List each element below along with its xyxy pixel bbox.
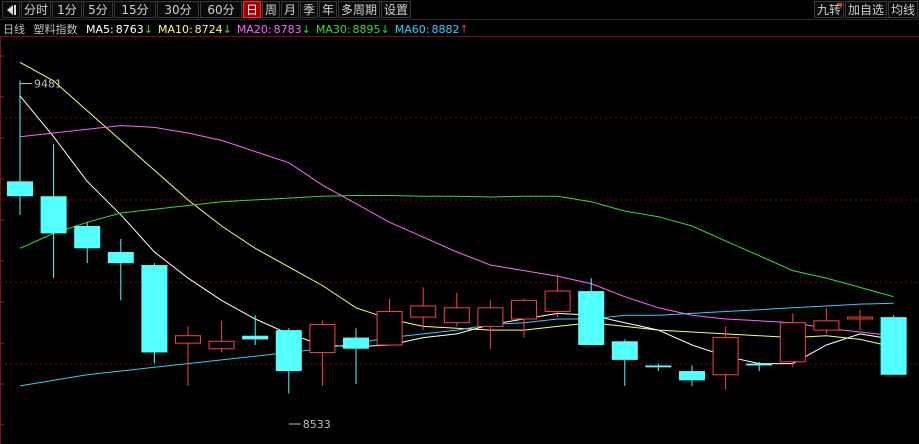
ma10-label: MA10: — [157, 23, 193, 36]
ma20-value: 8783 — [273, 23, 302, 36]
candle-body — [175, 335, 201, 344]
ma30-arrow-icon: ↓ — [380, 23, 390, 36]
candle-body — [410, 305, 437, 318]
candle-body — [376, 311, 403, 346]
toolbar-tab-7[interactable]: 周 — [262, 1, 280, 18]
candle-body — [275, 330, 302, 372]
min-price-label: 8533 — [303, 418, 331, 431]
toolbar-tab-9[interactable]: 季 — [300, 1, 318, 18]
candle-body — [813, 320, 840, 331]
candle-body — [477, 307, 504, 327]
toolbar-right-2[interactable]: 均线 — [888, 1, 918, 18]
toolbar-tab-0[interactable]: 分时 — [21, 1, 51, 18]
ma-indicator-bar: 日线 塑料指数 MA5: 8763↓ MA10: 8724↓ MA20: 8783↓ MA3… — [3, 21, 474, 36]
ma5-value: 8763 — [115, 23, 144, 36]
instrument-name: 塑料指数 — [33, 23, 78, 36]
candle-body — [746, 363, 773, 366]
max-price-label: 9481 — [34, 78, 62, 91]
toolbar-right-0[interactable]: 九转 — [814, 1, 844, 18]
candle-body — [712, 337, 739, 376]
candle-body — [74, 225, 101, 249]
toolbar-tab-1[interactable]: 1分 — [52, 1, 82, 18]
ma10-value: 8724 — [194, 23, 223, 36]
candle-body — [679, 371, 705, 381]
candle-body — [611, 341, 638, 360]
ma20-arrow-icon: ↓ — [301, 23, 311, 36]
toolbar-tab-10[interactable]: 年 — [319, 1, 337, 18]
candle-body — [309, 324, 336, 353]
toolbar-tab-3[interactable]: 15分 — [114, 1, 156, 18]
candle-body — [7, 181, 33, 197]
candle-body — [511, 299, 537, 320]
candle-body — [242, 335, 269, 340]
candle-body — [343, 337, 369, 349]
ma20-indicator: MA20: 8783↓ — [237, 23, 311, 36]
ma60-label: MA60: — [394, 23, 430, 36]
toolbar-tab-2[interactable]: 5分 — [83, 1, 113, 18]
candle-body — [40, 196, 67, 234]
red-flag-icon — [837, 3, 842, 8]
candle-body — [578, 291, 605, 346]
ma5-label: MA5: — [86, 23, 114, 36]
candle-body — [544, 290, 571, 313]
ma60-indicator: MA60: 8882↑ — [395, 23, 469, 36]
ma60-arrow-icon: ↑ — [459, 23, 469, 36]
toolbar-tab-5[interactable]: 60分 — [200, 1, 242, 18]
ma20-label: MA20: — [236, 23, 272, 36]
ma10-indicator: MA10: 8724↓ — [158, 23, 232, 36]
candle-body — [141, 265, 168, 353]
back-arrow-icon[interactable] — [2, 1, 20, 18]
candle-body — [847, 316, 873, 320]
ma60-value: 8882 — [431, 23, 460, 36]
toolbar-tab-11[interactable]: 多周期 — [338, 1, 380, 18]
candle-body — [208, 340, 235, 350]
candle-body — [443, 307, 470, 324]
candle-body — [880, 317, 907, 375]
ma30-value: 8895 — [352, 23, 381, 36]
ma30-label: MA30: — [315, 23, 351, 36]
ma30-indicator: MA30: 8895↓ — [316, 23, 390, 36]
toolbar-tab-8[interactable]: 月 — [281, 1, 299, 18]
toolbar-right-1[interactable]: 加自选 — [845, 1, 887, 18]
toolbar-tab-12[interactable]: 设置 — [381, 1, 411, 18]
period-label: 日线 — [3, 23, 25, 36]
toolbar-tab-6[interactable]: 日 — [243, 1, 261, 18]
candle-body — [107, 252, 134, 264]
toolbar-tab-4[interactable]: 30分 — [157, 1, 199, 18]
ma10-arrow-icon: ↓ — [222, 23, 232, 36]
ma5-arrow-icon: ↓ — [143, 23, 153, 36]
candle-body — [779, 322, 806, 363]
ma5-indicator: MA5: 8763↓ — [86, 23, 153, 36]
kline-chart[interactable]: 9481 8533 — [0, 36, 919, 444]
candle-body — [645, 365, 672, 368]
period-toolbar: 分时 1分 5分 15分 30分 60分日周月季年多周期 设置 九转 加自选 均线 — [0, 0, 919, 20]
